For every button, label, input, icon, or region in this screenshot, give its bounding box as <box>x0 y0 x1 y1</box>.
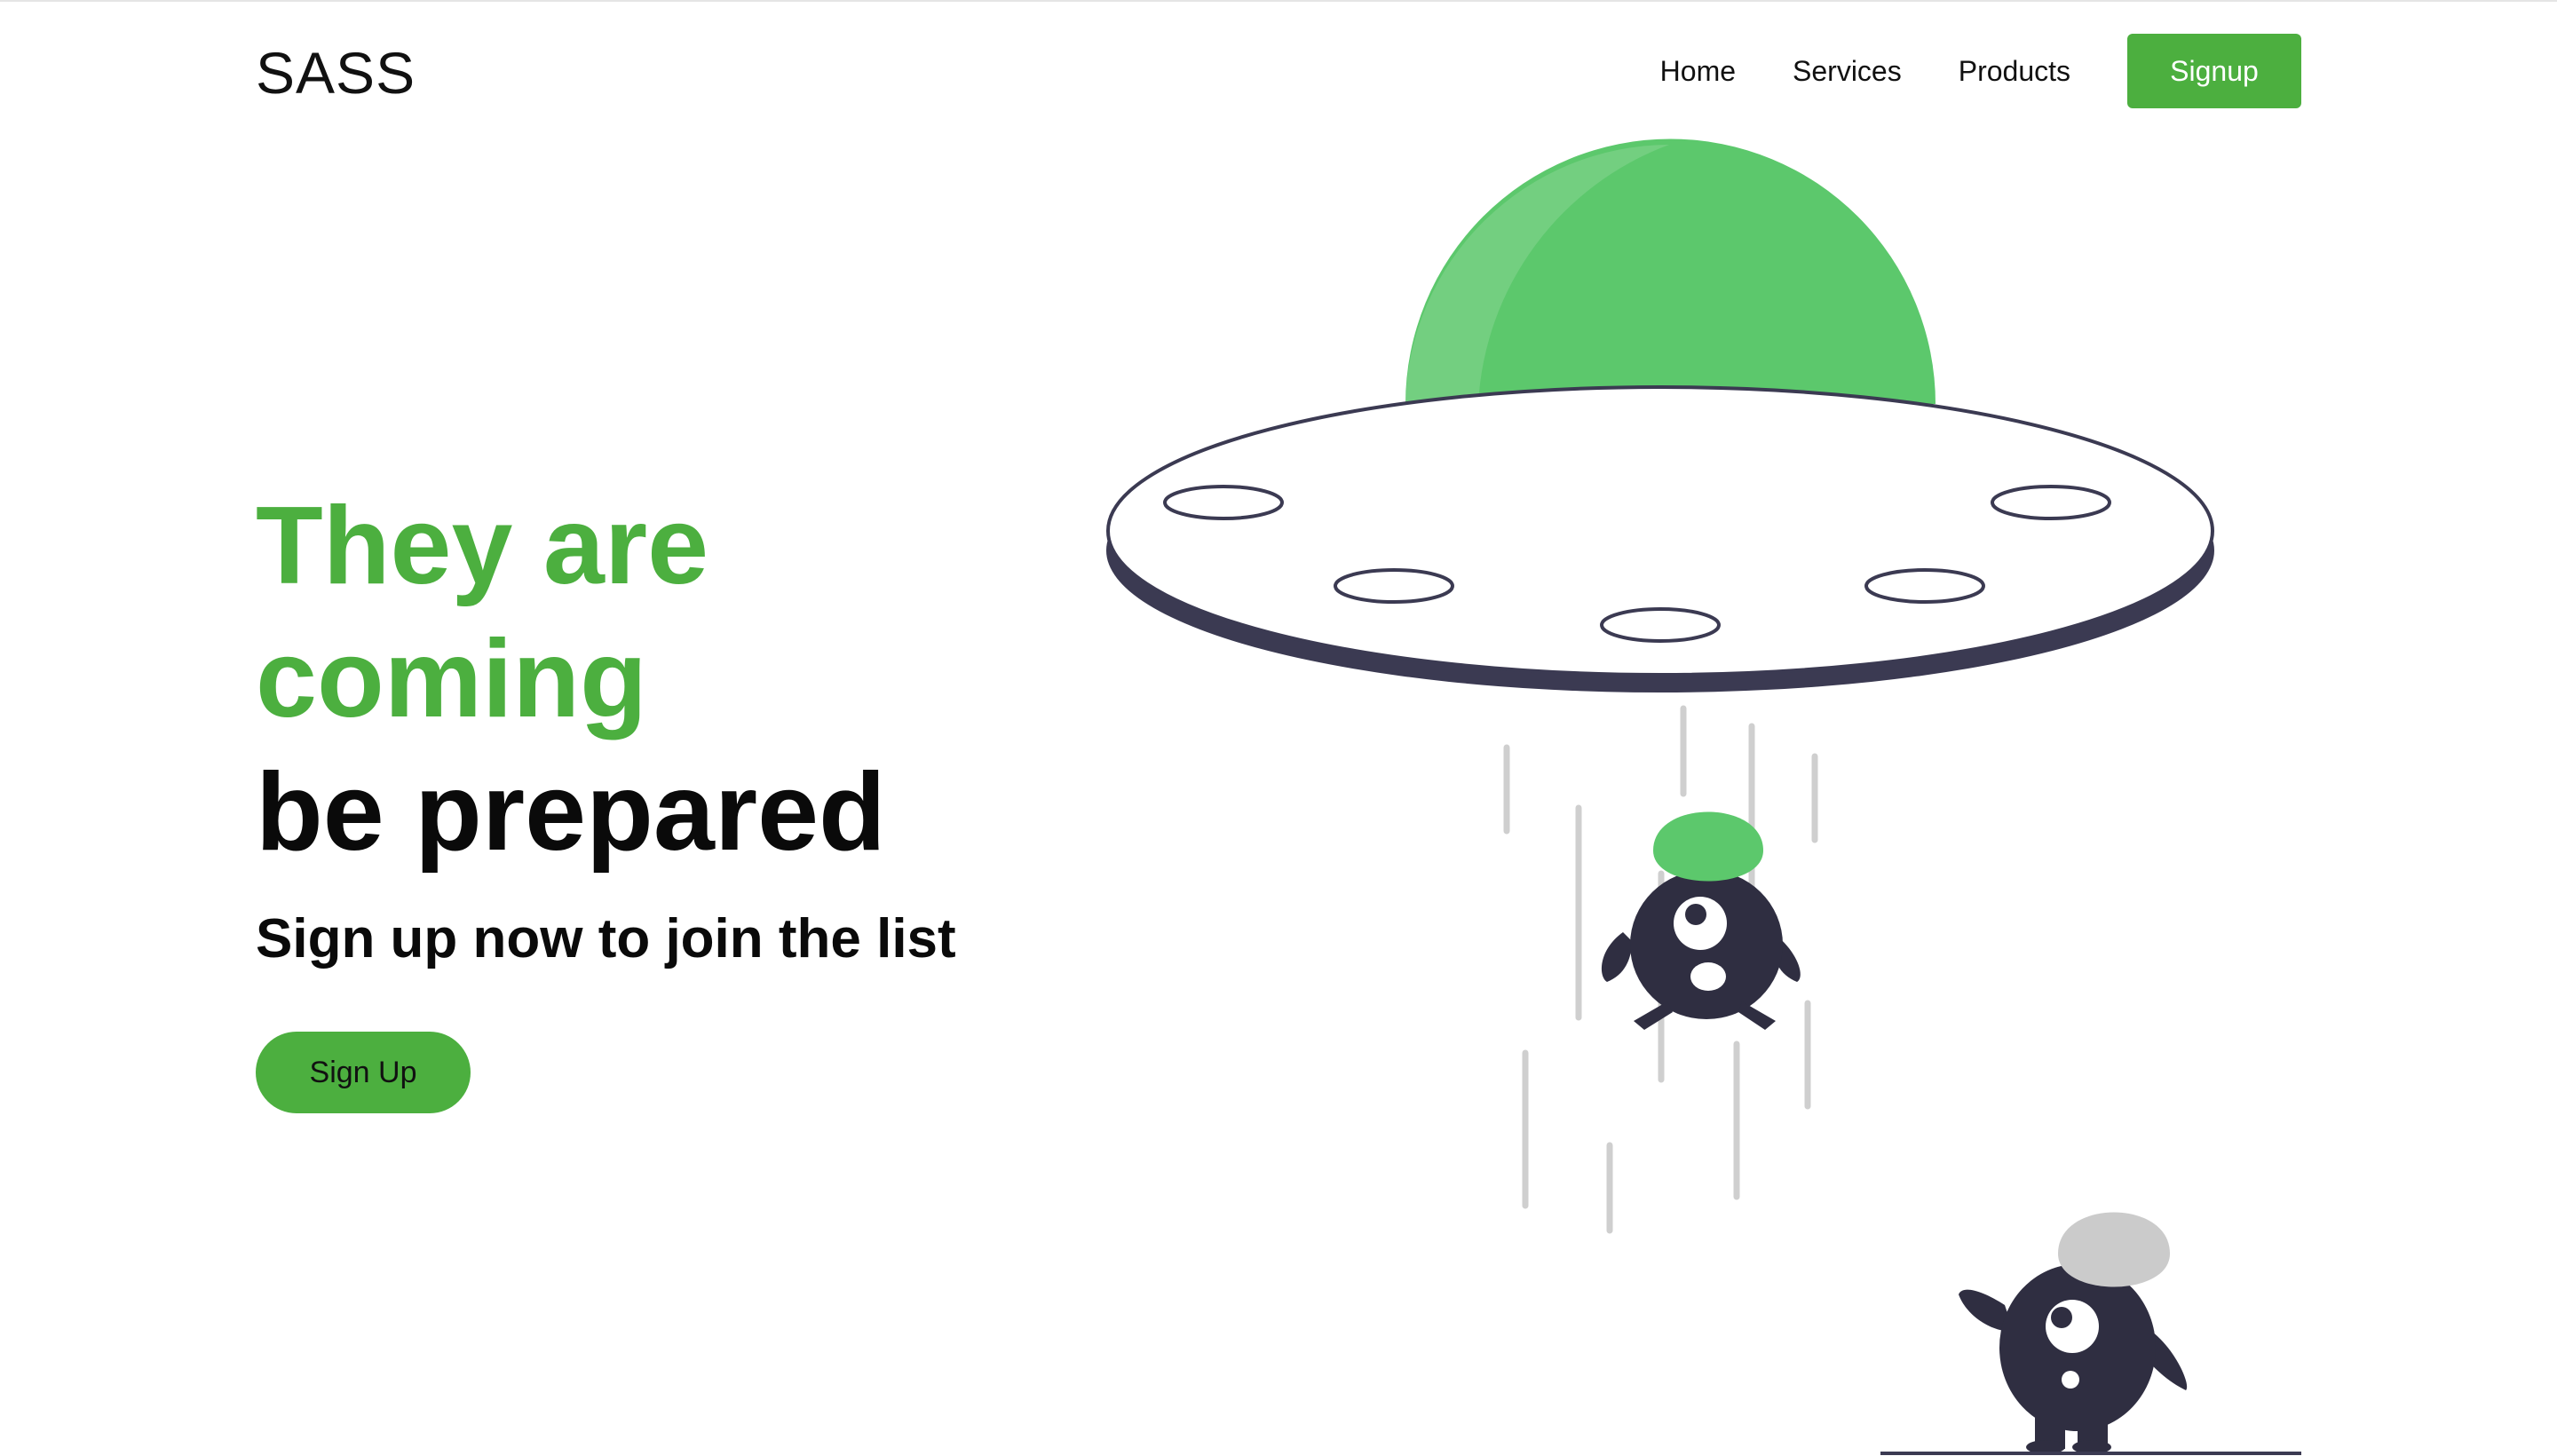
headline-line-3: be prepared <box>256 751 886 874</box>
hero-signup-button[interactable]: Sign Up <box>256 1032 471 1113</box>
hero-section: They are coming be prepared Sign up now … <box>256 479 956 1113</box>
ufo-saucer <box>1106 385 2214 692</box>
top-border <box>0 0 2557 2</box>
nav-link-home[interactable]: Home <box>1660 34 1736 108</box>
headline-line-2: coming <box>256 618 647 740</box>
ufo-dome <box>1405 138 1936 404</box>
hero-headline: They are coming be prepared <box>256 479 956 879</box>
nav-link-services[interactable]: Services <box>1793 34 1902 108</box>
ufo-abduction-illustration <box>1106 138 2301 1455</box>
floating-alien <box>1601 811 1801 1030</box>
nav-link-products[interactable]: Products <box>1959 34 2070 108</box>
logo[interactable]: SASS <box>256 37 416 108</box>
ground-alien <box>1880 1212 2301 1455</box>
hero-subheadline: Sign up now to join the list <box>256 908 956 969</box>
headline-line-1: They are <box>256 485 709 607</box>
main-nav: Home Services Products Signup <box>1660 34 2301 108</box>
signup-button[interactable]: Signup <box>2127 34 2301 108</box>
